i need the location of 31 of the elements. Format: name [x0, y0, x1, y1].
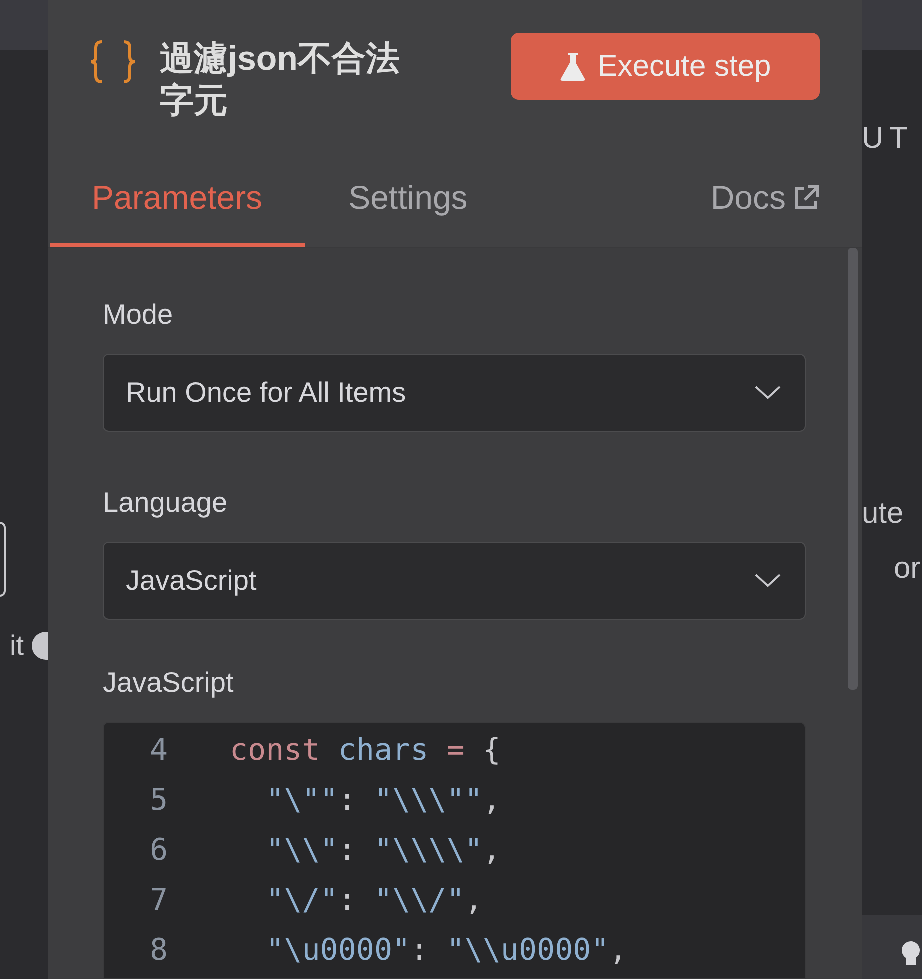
node-title: 過濾json不合法字元 — [160, 39, 401, 122]
code-line: "\u0000": "\\u0000", — [265, 932, 628, 970]
code-line: const chars = { — [230, 732, 501, 770]
execute-step-button[interactable]: Execute step — [511, 33, 820, 100]
field-label: Language — [103, 486, 229, 520]
select-field[interactable]: JavaScript — [103, 542, 806, 620]
braces-icon — [90, 40, 136, 84]
chevron-down-icon — [755, 574, 781, 588]
background-text: ute — [862, 496, 905, 532]
background-text: it — [10, 629, 24, 663]
field-label: Mode — [103, 298, 174, 332]
flask-icon — [560, 52, 586, 82]
line-number: 5 — [148, 782, 168, 820]
line-number: 8 — [148, 932, 168, 970]
background-text: or — [893, 551, 922, 587]
code-line: "\/": "\\/", — [265, 882, 483, 920]
docs-link[interactable]: Docs — [710, 159, 860, 247]
tab[interactable]: Settings — [304, 159, 512, 247]
code-editor[interactable]: 4 const chars = { 5 "\"": "\\\"", 6 "\\": "\\\\", 7 "\/": "\\/", 8 "\u0000": "\\u0000", — [103, 722, 806, 979]
scrollbar[interactable] — [848, 248, 858, 690]
external-link-icon — [794, 185, 820, 211]
line-number: 7 — [148, 882, 168, 920]
code-line: "\\": "\\\\", — [265, 832, 501, 870]
code-line: "\"": "\\\"", — [265, 782, 501, 820]
select-field[interactable]: Run Once for All Items — [103, 354, 806, 432]
line-number: 4 — [148, 732, 168, 770]
field-label: JavaScript — [103, 666, 235, 700]
info-icon — [32, 632, 48, 660]
line-number: 6 — [148, 832, 168, 870]
background-text: UT — [862, 121, 915, 157]
chevron-down-icon — [755, 386, 781, 400]
